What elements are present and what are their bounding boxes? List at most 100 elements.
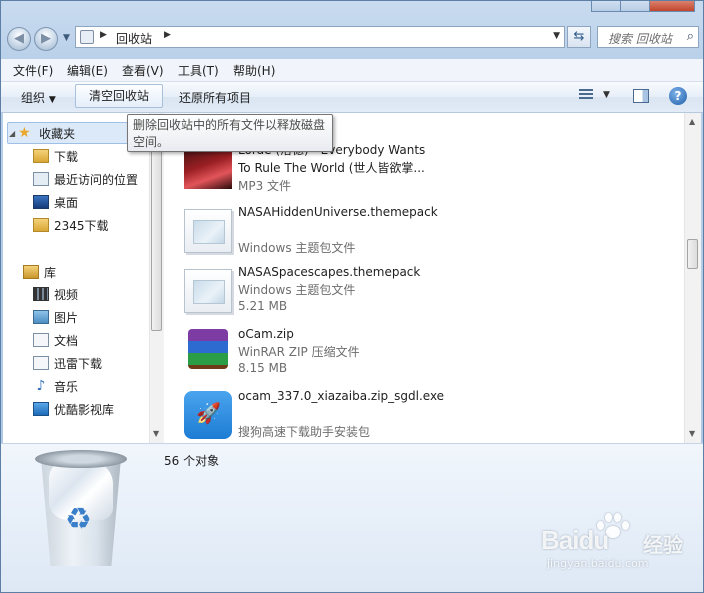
desktop-icon: [33, 195, 49, 209]
nav-item-desktop[interactable]: 桌面: [33, 192, 78, 212]
nav-favorites[interactable]: ◢ ★ 收藏夹: [7, 122, 131, 144]
file-item[interactable]: NASASpacescapes.themepack Windows 主题包文件 …: [184, 263, 444, 319]
nav-item-label: 最近访问的位置: [54, 172, 139, 187]
organize-dropdown-icon: ▼: [48, 95, 56, 105]
close-button[interactable]: [649, 1, 695, 12]
thunder-library-icon: [33, 356, 49, 370]
folder-icon: [33, 218, 49, 232]
organize-label: 组织: [21, 91, 46, 105]
nav-item-pictures[interactable]: 图片: [33, 307, 78, 327]
menu-help[interactable]: 帮助(H): [233, 62, 275, 79]
nav-item-label: 文档: [54, 333, 79, 348]
nav-scroll-thumb[interactable]: [151, 135, 162, 331]
nav-item-label: 视频: [54, 287, 79, 302]
nav-item-downloads[interactable]: 下载: [33, 146, 78, 166]
winrar-archive-icon: [188, 329, 228, 369]
file-item[interactable]: ocam_337.0_xiazaiba.zip_sgdl.exe 搜狗高速下载助…: [184, 387, 444, 443]
address-row: ◀ ▶ ▼ ▶ 回收站 ▶ ▼ ⇆ 搜索 回收站 ⌕: [1, 21, 703, 57]
nav-item-videos[interactable]: 视频: [33, 284, 78, 304]
file-type: Windows 主题包文件: [238, 241, 356, 255]
star-icon: ★: [18, 125, 31, 141]
nav-item-documents[interactable]: 文档: [33, 330, 78, 350]
search-input[interactable]: 搜索 回收站 ⌕: [597, 26, 699, 48]
forward-button[interactable]: ▶: [34, 27, 58, 51]
file-name: oCam.zip: [238, 327, 294, 341]
nav-libraries-label: 库: [44, 265, 57, 280]
minimize-button[interactable]: [591, 1, 621, 12]
watermark-suffix: 经验: [643, 533, 683, 557]
breadcrumb-recycle-bin[interactable]: 回收站: [116, 30, 152, 47]
back-button[interactable]: ◀: [7, 27, 31, 51]
nav-item-label: 下载: [54, 149, 79, 164]
scroll-up-arrow-icon[interactable]: ▲: [689, 117, 695, 126]
scroll-down-arrow-icon[interactable]: ▼: [689, 429, 695, 438]
file-name: NASAHiddenUniverse.themepack: [238, 205, 438, 219]
nav-item-label: 音乐: [54, 379, 79, 394]
themepack-file-icon: [184, 209, 232, 253]
change-view-icon[interactable]: [579, 89, 595, 103]
pictures-library-icon: [33, 310, 49, 324]
empty-bin-tooltip: 删除回收站中的所有文件以释放磁盘空间。: [127, 114, 333, 152]
menu-edit[interactable]: 编辑(E): [67, 62, 108, 79]
maximize-button[interactable]: [620, 1, 650, 12]
item-count: 56 个对象: [164, 454, 220, 468]
menu-file[interactable]: 文件(F): [13, 62, 53, 79]
file-type: Windows 主题包文件: [238, 283, 356, 297]
file-size: 5.21 MB: [238, 299, 288, 313]
file-type: WinRAR ZIP 压缩文件: [238, 345, 360, 359]
breadcrumb-separator-icon[interactable]: ▶: [164, 30, 171, 40]
nav-item-recent-places[interactable]: 最近访问的位置: [33, 169, 138, 189]
file-type: 搜狗高速下载助手安装包: [238, 425, 371, 439]
file-name: ocam_337.0_xiazaiba.zip_sgdl.exe: [238, 389, 445, 403]
youku-library-icon: [33, 402, 49, 416]
preview-pane-icon[interactable]: [633, 89, 649, 103]
window-controls: [591, 1, 695, 13]
nav-item-label: 优酷影视库: [54, 402, 115, 417]
recycle-bin-small-icon: [80, 30, 94, 44]
address-history-dropdown-icon[interactable]: ▼: [553, 31, 560, 41]
empty-recycle-bin-button[interactable]: 清空回收站: [75, 84, 163, 108]
help-icon[interactable]: ?: [669, 87, 687, 105]
file-name: NASASpacescapes.themepack: [238, 265, 421, 279]
video-library-icon: [33, 287, 49, 301]
file-list-scrollbar[interactable]: ▲ ▼: [684, 113, 701, 443]
recent-places-icon: [33, 172, 49, 186]
file-scroll-thumb[interactable]: [687, 239, 698, 269]
nav-item-label: 桌面: [54, 195, 79, 210]
nav-item-label: 迅雷下载: [54, 356, 103, 371]
file-item[interactable]: NASAHiddenUniverse.themepack Windows 主题包…: [184, 203, 444, 263]
nav-item-label: 2345下载: [54, 218, 109, 233]
recycle-symbol-icon: ♻: [65, 502, 92, 537]
search-icon[interactable]: ⌕: [687, 29, 694, 44]
refresh-button[interactable]: ⇆: [567, 26, 591, 48]
collapse-arrow-icon[interactable]: ◢: [9, 129, 15, 138]
view-options-dropdown-icon[interactable]: ▼: [603, 90, 610, 100]
address-bar[interactable]: ▶ 回收站 ▶ ▼: [75, 26, 565, 48]
nav-item-2345-downloads[interactable]: 2345下载: [33, 215, 109, 235]
sogou-download-assistant-icon: [184, 391, 232, 439]
restore-all-button[interactable]: 还原所有项目: [179, 89, 251, 106]
themepack-file-icon: [184, 269, 232, 313]
command-bar: 组织 ▼ 清空回收站 还原所有项目 ▼ ?: [1, 82, 703, 113]
music-note-icon: ♪: [36, 378, 46, 394]
nav-item-music[interactable]: ♪ 音乐: [33, 376, 78, 396]
nav-item-youku-library[interactable]: 优酷影视库: [33, 399, 114, 419]
library-icon: [23, 265, 39, 279]
recycle-bin-icon: ♻: [35, 450, 127, 570]
search-placeholder: 搜索 回收站: [608, 32, 672, 46]
scroll-down-arrow-icon[interactable]: ▼: [153, 429, 159, 438]
recent-pages-dropdown-icon[interactable]: ▼: [63, 33, 70, 43]
nav-item-thunder-downloads[interactable]: 迅雷下载: [33, 353, 102, 373]
nav-libraries[interactable]: 库: [23, 262, 56, 282]
breadcrumb-separator-icon[interactable]: ▶: [100, 30, 107, 40]
menu-bar: 文件(F) 编辑(E) 查看(V) 工具(T) 帮助(H): [1, 59, 703, 82]
menu-tools[interactable]: 工具(T): [178, 62, 219, 79]
menu-view[interactable]: 查看(V): [122, 62, 164, 79]
file-item[interactable]: oCam.zip WinRAR ZIP 压缩文件 8.15 MB: [184, 325, 444, 381]
nav-scrollbar[interactable]: ▲ ▼: [149, 113, 164, 443]
organize-button[interactable]: 组织 ▼: [21, 89, 56, 106]
watermark-brand: Baidu: [541, 525, 609, 555]
nav-item-label: 图片: [54, 310, 79, 325]
file-type: MP3 文件: [238, 179, 292, 193]
watermark-url: jingyan.baidu.com: [547, 557, 649, 570]
